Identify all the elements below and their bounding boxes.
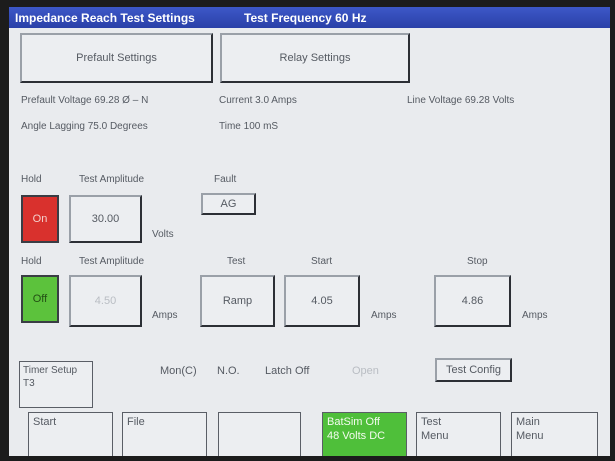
test-amplitude-label-current: Test Amplitude: [79, 256, 145, 267]
current-amplitude-value: 4.50: [94, 295, 117, 307]
monitor-mode: Mon(C): [160, 365, 197, 377]
fault-type-button[interactable]: AG: [201, 193, 256, 215]
relay-settings-label: Relay Settings: [279, 52, 351, 64]
stop-unit: Amps: [522, 310, 548, 321]
file-menu-button[interactable]: File: [122, 412, 207, 456]
hold-label-current: Hold: [21, 256, 42, 267]
file-menu-label: File: [127, 416, 145, 428]
timer-setup-label: Timer Setup: [23, 365, 78, 376]
start-label: Start: [311, 256, 333, 267]
current-amplitude-unit: Amps: [152, 310, 178, 321]
prefault-voltage-text: Prefault Voltage 69.28 Ø – N: [21, 95, 149, 106]
stop-value: 4.86: [461, 295, 484, 307]
current-text: Current 3.0 Amps: [219, 95, 297, 106]
test-amplitude-label-voltage: Test Amplitude: [79, 174, 145, 185]
main-menu-label-line1: Main: [516, 416, 540, 428]
test-mode-button[interactable]: Ramp: [200, 275, 275, 327]
contact-state: Open: [352, 365, 379, 377]
test-frequency: Test Frequency 60 Hz: [244, 11, 367, 25]
screen: Impedance Reach Test Settings Test Frequ…: [9, 7, 610, 456]
relay-settings-button[interactable]: Relay Settings: [220, 33, 410, 83]
volts-unit: Volts: [152, 229, 174, 240]
batsim-voltage: 48 Volts DC: [327, 430, 386, 442]
settings-title: Impedance Reach Test Settings: [15, 11, 195, 25]
title-bar: Impedance Reach Test Settings Test Frequ…: [9, 7, 610, 28]
start-menu-button[interactable]: Start: [28, 412, 113, 456]
test-config-label: Test Config: [445, 364, 502, 376]
start-unit: Amps: [371, 310, 397, 321]
stop-label: Stop: [467, 256, 488, 267]
prefault-settings-label: Prefault Settings: [76, 52, 157, 64]
line-voltage-text: Line Voltage 69.28 Volts: [407, 95, 515, 106]
voltage-amplitude-value: 30.00: [91, 213, 120, 225]
test-menu-label-line1: Test: [421, 416, 442, 428]
fault-type-value: AG: [220, 198, 237, 210]
prefault-settings-button[interactable]: Prefault Settings: [20, 33, 213, 83]
batsim-button[interactable]: BatSim Off 48 Volts DC: [322, 412, 407, 456]
hold-off-label: Off: [32, 293, 48, 305]
blank-softkey[interactable]: [218, 412, 301, 456]
test-mode-value: Ramp: [222, 295, 253, 307]
test-config-button[interactable]: Test Config: [435, 358, 512, 382]
main-menu-label-line2: Menu: [516, 430, 544, 442]
contact-type: N.O.: [217, 365, 240, 377]
start-value: 4.05: [311, 295, 333, 307]
timer-setup-button[interactable]: Timer Setup T3: [19, 361, 93, 408]
time-text: Time 100 mS: [219, 121, 279, 132]
hold-on-label: On: [32, 213, 48, 225]
current-amplitude-field[interactable]: 4.50: [69, 275, 142, 327]
test-label: Test: [227, 256, 246, 267]
voltage-amplitude-field[interactable]: 30.00: [69, 195, 142, 243]
test-menu-label-line2: Menu: [421, 430, 449, 442]
hold-label-voltage: Hold: [21, 174, 42, 185]
test-menu-button[interactable]: Test Menu: [416, 412, 501, 456]
stop-value-field[interactable]: 4.86: [434, 275, 511, 327]
start-menu-label: Start: [33, 416, 57, 428]
latch-status: Latch Off: [265, 365, 310, 377]
angle-text: Angle Lagging 75.0 Degrees: [21, 121, 148, 132]
start-value-field[interactable]: 4.05: [284, 275, 360, 327]
timer-setup-channel: T3: [23, 378, 35, 389]
hold-off-button[interactable]: Off: [21, 275, 59, 323]
hold-on-button[interactable]: On: [21, 195, 59, 243]
main-menu-button[interactable]: Main Menu: [511, 412, 598, 456]
batsim-status: BatSim Off: [327, 416, 380, 428]
fault-label: Fault: [214, 174, 237, 185]
